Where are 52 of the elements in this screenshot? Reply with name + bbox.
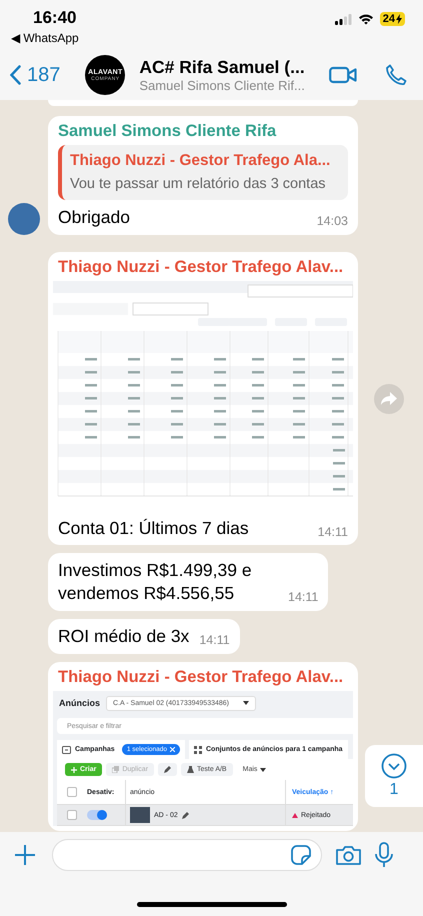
camera-icon[interactable] — [336, 844, 361, 864]
chevron-down-circle-icon — [381, 753, 407, 779]
copy-icon — [112, 766, 120, 773]
message-time: 14:11 — [318, 525, 348, 540]
unread-count: 1 — [390, 781, 398, 799]
section-label: Anúncios — [59, 698, 100, 708]
pencil-icon — [182, 812, 189, 818]
quoted-author: Thiago Nuzzi - Gestor Trafego Ala... — [70, 152, 332, 170]
contact-avatar[interactable] — [8, 203, 40, 235]
caret-icon — [243, 701, 249, 705]
message-text: Investimos R$1.499,39 e vendemos R$4.556,55 — [58, 559, 253, 605]
clock-time: 16:40 — [33, 8, 78, 28]
pencil-icon — [164, 766, 172, 773]
sender-name: Thiago Nuzzi - Gestor Trafego Alav... — [57, 258, 344, 277]
message-input-field[interactable] — [52, 838, 322, 870]
message-time: 14:03 — [316, 214, 348, 229]
plus-icon[interactable] — [14, 844, 36, 866]
edit-button[interactable] — [158, 763, 178, 776]
row-checkbox[interactable] — [67, 810, 77, 820]
wifi-icon — [358, 13, 374, 25]
video-call-icon[interactable] — [329, 66, 357, 84]
warning-triangle-icon — [292, 812, 298, 818]
toggle-switch[interactable] — [87, 810, 107, 820]
sender-name: Thiago Nuzzi - Gestor Trafego Alav... — [57, 668, 344, 687]
quoted-text: Vou te passar um relatório das 3 contas — [70, 176, 327, 192]
sticker-icon[interactable] — [291, 844, 311, 864]
close-icon — [170, 747, 175, 752]
battery-level: 24 — [382, 13, 395, 25]
back-to-app-link[interactable]: ◀ WhatsApp — [11, 31, 79, 45]
phone-call-icon[interactable] — [385, 64, 407, 86]
scroll-down-button[interactable]: 1 — [365, 745, 423, 807]
caret-icon — [260, 768, 266, 772]
message-text: Obrigado — [58, 206, 130, 229]
select-all-checkbox[interactable] — [67, 787, 77, 797]
message-text: ROI médio de 3x — [58, 625, 190, 648]
sender-name: Samuel Simons Cliente Rifa — [58, 122, 278, 141]
ads-manager-screenshot[interactable] — [53, 691, 353, 826]
chat-subtitle: Samuel Simons Cliente Rif... — [139, 78, 306, 93]
flask-icon — [187, 766, 194, 773]
back-button[interactable]: 187 — [10, 64, 60, 86]
plus-icon — [71, 766, 77, 772]
message-time: 14:11 — [288, 590, 318, 605]
back-chevron-icon — [10, 65, 21, 85]
ad-thumbnail — [130, 807, 150, 823]
quoted-message[interactable]: Thiago Nuzzi - Gestor Trafego Ala... Vou te passar um relatório das 3 contas — [58, 145, 348, 200]
charging-icon — [396, 14, 402, 24]
grid-icon — [194, 746, 202, 754]
message-time: 14:11 — [199, 633, 230, 648]
signal-icon — [334, 14, 352, 24]
image-caption: Conta 01: Últimos 7 dias — [58, 517, 249, 540]
chat-title[interactable]: AC# Rifa Samuel (... — [139, 57, 324, 78]
microphone-icon[interactable] — [375, 842, 393, 868]
